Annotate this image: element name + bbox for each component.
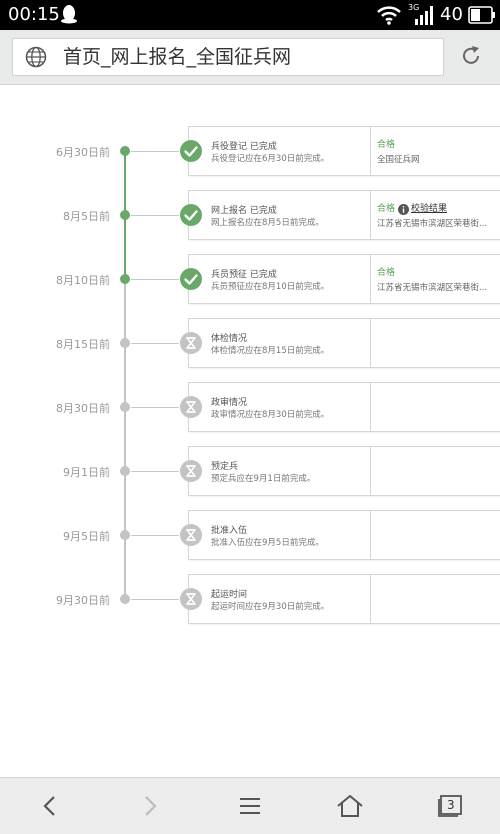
step-deadline: 8月10日前 [56, 274, 110, 287]
timeline-step: 8月5日前 网上报名 已完成网上报名应在8月5日前完成。 合格 校验结果江苏省无锡市滨… [0, 190, 500, 240]
step-title: 体检情况 [211, 334, 248, 344]
connector-line [131, 343, 179, 344]
connector-line [131, 215, 179, 216]
signal-icon [414, 5, 436, 29]
step-card: 兵员预征 已完成兵员预征应在8月10日前完成。 合格江苏省无锡市滨湖区荣巷街... [188, 254, 500, 304]
page-title: 首页_网上报名_全国征兵网 [63, 46, 292, 68]
step-description: 兵员预征应在8月10日前完成。 [211, 282, 330, 292]
step-deadline: 8月5日前 [63, 210, 110, 223]
timeline-step: 8月30日前 政审情况政审情况应在8月30日前完成。 [0, 382, 500, 432]
card-divider [370, 191, 371, 239]
wifi-icon [376, 5, 402, 29]
battery-icon [468, 6, 496, 24]
timeline-dot [120, 274, 130, 284]
step-description: 网上报名应在8月5日前完成。 [211, 218, 324, 228]
timeline-dot [120, 594, 130, 604]
step-description: 兵役登记应在6月30日前完成。 [211, 154, 330, 164]
card-divider [370, 127, 371, 175]
reload-icon[interactable] [459, 44, 483, 72]
connector-line [131, 407, 179, 408]
hourglass-icon [180, 588, 202, 610]
timeline-step: 9月5日前 批准入伍批准入伍应在9月5日前完成。 [0, 510, 500, 560]
step-card: 体检情况体检情况应在8月15日前完成。 [188, 318, 500, 368]
timeline-dot [120, 146, 130, 156]
step-description: 起运时间应在9月30日前完成。 [211, 602, 330, 612]
step-deadline: 8月30日前 [56, 402, 110, 415]
result-detail: 江苏省无锡市滨湖区荣巷街... [377, 283, 488, 293]
result-detail: 全国征兵网 [377, 155, 420, 165]
step-description: 体检情况应在8月15日前完成。 [211, 346, 330, 356]
status-bar: 00:15 3G 40 [0, 0, 500, 30]
step-title: 起运时间 [211, 590, 248, 600]
check-circle-icon [180, 204, 202, 226]
timeline-step: 8月10日前 兵员预征 已完成兵员预征应在8月10日前完成。 合格江苏省无锡市滨湖区… [0, 254, 500, 304]
connector-line [131, 535, 179, 536]
card-divider [370, 575, 371, 623]
back-icon[interactable] [40, 794, 60, 822]
card-divider [370, 511, 371, 559]
card-divider [370, 447, 371, 495]
hourglass-icon [180, 332, 202, 354]
connector-line [131, 279, 179, 280]
timeline-dot [120, 338, 130, 348]
check-circle-icon [180, 268, 202, 290]
timeline-step: 6月30日前 兵役登记 已完成兵役登记应在6月30日前完成。 合格全国征兵网 [0, 126, 500, 176]
forward-icon[interactable] [140, 794, 160, 822]
step-deadline: 9月1日前 [63, 466, 110, 479]
home-icon[interactable] [336, 794, 364, 822]
step-card: 政审情况政审情况应在8月30日前完成。 [188, 382, 500, 432]
step-deadline: 6月30日前 [56, 146, 110, 159]
tabs-count: 3 [447, 798, 455, 812]
connector-line [131, 599, 179, 600]
step-title: 兵员预征 已完成 [211, 270, 277, 280]
menu-icon[interactable] [238, 794, 262, 822]
result-detail: 江苏省无锡市滨湖区荣巷街... [377, 219, 488, 229]
card-divider [370, 319, 371, 367]
hourglass-icon [180, 524, 202, 546]
registration-progress: 6月30日前 兵役登记 已完成 兵役登记应在6月30日前完成。 合格 全国征兵网 8月5日… [0, 85, 500, 777]
card-divider [370, 255, 371, 303]
step-deadline: 9月5日前 [63, 530, 110, 543]
browser-bottom-nav: 3 [0, 777, 500, 834]
globe-icon [25, 46, 47, 72]
result-label: 合格 [377, 204, 396, 214]
timeline-dot [120, 466, 130, 476]
timeline-dot [120, 402, 130, 412]
step-card: 批准入伍批准入伍应在9月5日前完成。 [188, 510, 500, 560]
hourglass-icon [180, 396, 202, 418]
step-title: 批准入伍 [211, 526, 248, 536]
connector-line [131, 151, 179, 152]
step-description: 批准入伍应在9月5日前完成。 [211, 538, 324, 548]
step-title: 政审情况 [211, 398, 248, 408]
connector-line [131, 471, 179, 472]
qq-penguin-icon [60, 4, 78, 28]
result-label: 合格 [377, 268, 396, 278]
hourglass-icon [180, 460, 202, 482]
timeline-dot [120, 530, 130, 540]
step-title: 网上报名 已完成 [211, 206, 277, 216]
check-circle-icon [180, 140, 202, 162]
browser-toolbar: 首页_网上报名_全国征兵网 [0, 30, 500, 85]
result-label: 合格 [377, 140, 396, 150]
clock: 00:15 [8, 4, 60, 25]
step-title: 预定兵 [211, 462, 239, 472]
step-title: 兵役登记 已完成 [211, 142, 277, 152]
step-card: 起运时间起运时间应在9月30日前完成。 [188, 574, 500, 624]
battery-level: 40 [440, 4, 463, 25]
tabs-button[interactable]: 3 [436, 794, 464, 818]
step-description: 预定兵应在9月1日前完成。 [211, 474, 316, 484]
step-description: 政审情况应在8月30日前完成。 [211, 410, 330, 420]
step-card: 预定兵预定兵应在9月1日前完成。 [188, 446, 500, 496]
step-deadline: 8月15日前 [56, 338, 110, 351]
timeline-step: 8月15日前 体检情况体检情况应在8月15日前完成。 [0, 318, 500, 368]
step-card: 兵役登记 已完成兵役登记应在6月30日前完成。 合格全国征兵网 [188, 126, 500, 176]
address-bar[interactable]: 首页_网上报名_全国征兵网 [12, 38, 444, 76]
timeline-step: 9月1日前 预定兵预定兵应在9月1日前完成。 [0, 446, 500, 496]
step-deadline: 9月30日前 [56, 594, 110, 607]
timeline-step: 9月30日前 起运时间起运时间应在9月30日前完成。 [0, 574, 500, 624]
timeline-dot [120, 210, 130, 220]
verification-result-link[interactable]: 校验结果 [411, 201, 447, 214]
card-divider [370, 383, 371, 431]
step-card: 网上报名 已完成网上报名应在8月5日前完成。 合格 校验结果江苏省无锡市滨湖区荣巷街… [188, 190, 500, 240]
